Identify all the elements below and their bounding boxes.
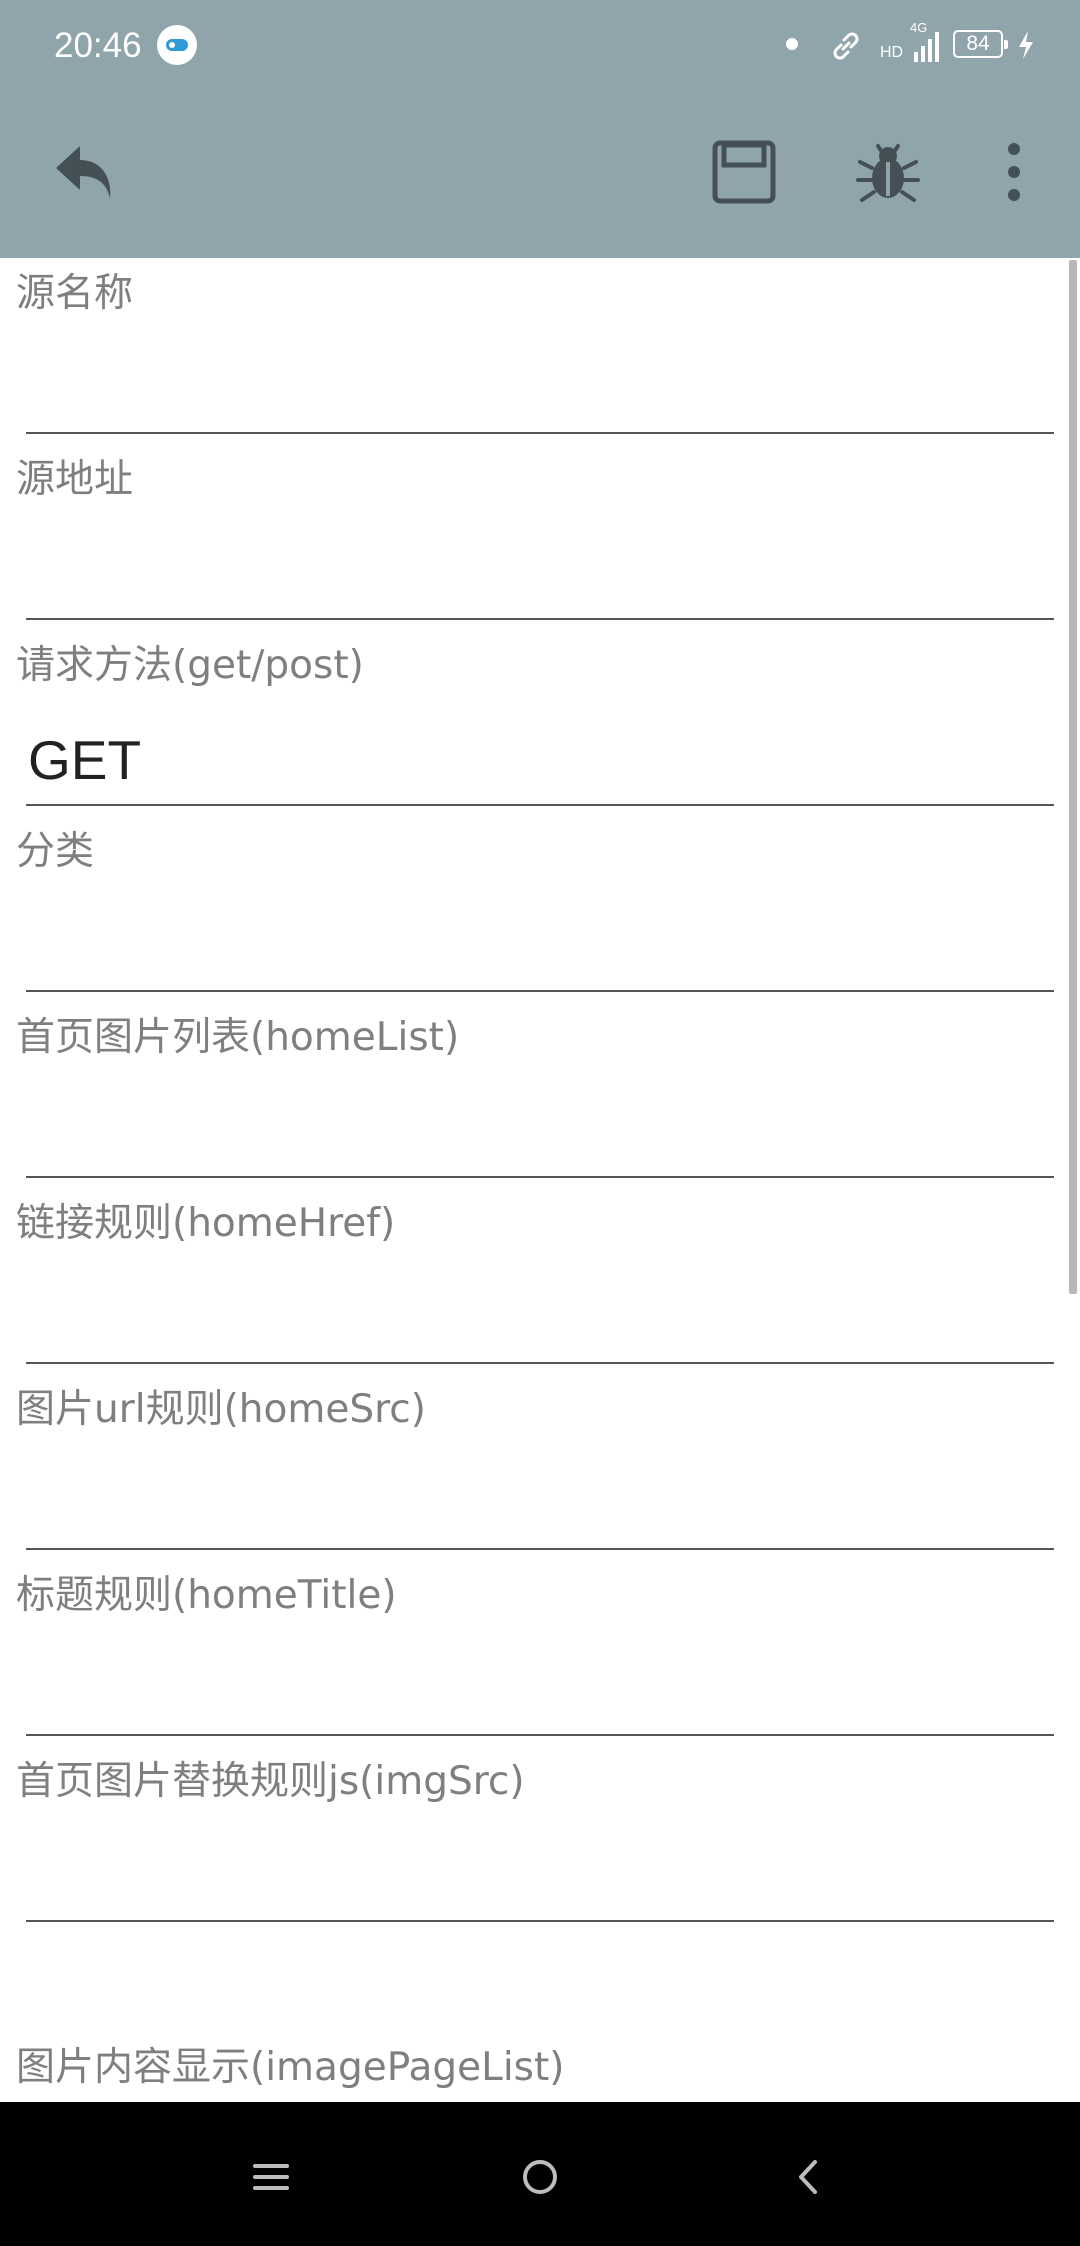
field-source-name: 源名称 xyxy=(0,258,1068,444)
scrollbar-thumb[interactable] xyxy=(1069,260,1077,1294)
status-bar: 20:46 HD 4G 84 xyxy=(0,0,1080,92)
more-vertical-icon xyxy=(990,143,1038,216)
home-circle-icon xyxy=(505,2160,575,2216)
input-underline xyxy=(26,804,1054,806)
debug-button[interactable] xyxy=(848,132,928,212)
back-icon xyxy=(48,146,128,216)
signal-icon xyxy=(878,24,942,68)
input-underline xyxy=(26,1362,1054,1364)
nav-back-button[interactable] xyxy=(774,2142,844,2212)
field-home-list: 首页图片列表(homeList) xyxy=(0,1002,1068,1188)
toggle-icon xyxy=(157,25,197,65)
input-underline xyxy=(26,1920,1054,1922)
field-label: 图片内容显示(imagePageList) xyxy=(16,2045,565,2090)
input-underline xyxy=(26,1548,1054,1550)
field-label: 图片url规则(homeSrc) xyxy=(16,1387,426,1432)
notification-dot-icon xyxy=(786,38,798,50)
field-home-href: 链接规则(homeHref) xyxy=(0,1188,1068,1374)
status-time: 20:46 xyxy=(54,26,142,65)
home-src-input[interactable] xyxy=(28,1472,1048,1536)
save-icon xyxy=(704,140,784,216)
category-input[interactable] xyxy=(28,914,1048,978)
home-list-input[interactable] xyxy=(28,1100,1048,1164)
nav-home-button[interactable] xyxy=(505,2142,575,2212)
field-source-url: 源地址 xyxy=(0,444,1068,630)
field-label: 源名称 xyxy=(16,271,134,316)
nav-menu-button[interactable] xyxy=(236,2142,306,2212)
field-label: 标题规则(homeTitle) xyxy=(16,1573,397,1618)
field-home-title: 标题规则(homeTitle) xyxy=(0,1560,1068,1746)
navigation-bar xyxy=(0,2102,1080,2246)
link-icon xyxy=(828,28,864,68)
field-label: 首页图片列表(homeList) xyxy=(16,1015,460,1060)
debug-bug-icon xyxy=(848,144,928,216)
field-home-src: 图片url规则(homeSrc) xyxy=(0,1374,1068,1560)
toolbar xyxy=(0,92,1080,258)
input-underline xyxy=(26,432,1054,434)
home-href-input[interactable] xyxy=(28,1286,1048,1350)
battery-icon: 84 xyxy=(953,30,1008,58)
more-options-button[interactable] xyxy=(990,132,1038,212)
charging-icon xyxy=(1016,30,1036,64)
field-request-method: 请求方法(get/post) xyxy=(0,630,1068,816)
save-button[interactable] xyxy=(704,132,784,212)
request-method-input[interactable] xyxy=(28,728,1048,792)
field-category: 分类 xyxy=(0,816,1068,1002)
source-name-input[interactable] xyxy=(28,356,1048,420)
img-src-input[interactable] xyxy=(28,1844,1048,1908)
field-img-src: 首页图片替换规则js(imgSrc) xyxy=(0,1746,1068,1932)
back-chevron-icon xyxy=(774,2160,844,2216)
menu-icon xyxy=(236,2164,306,2216)
field-image-page-list: 图片内容显示(imagePageList) xyxy=(0,2032,1068,2102)
field-label: 分类 xyxy=(16,829,95,874)
back-button[interactable] xyxy=(48,132,128,212)
input-underline xyxy=(26,990,1054,992)
field-label: 请求方法(get/post) xyxy=(16,643,364,688)
input-underline xyxy=(26,1734,1054,1736)
home-title-input[interactable] xyxy=(28,1658,1048,1722)
input-underline xyxy=(26,1176,1054,1178)
source-url-input[interactable] xyxy=(28,542,1048,606)
field-label: 首页图片替换规则js(imgSrc) xyxy=(16,1759,525,1804)
source-edit-form: 源名称 源地址 请求方法(get/post) 分类 首页图片列表(homeLis… xyxy=(0,258,1080,2102)
input-underline xyxy=(26,618,1054,620)
field-label: 链接规则(homeHref) xyxy=(16,1201,396,1246)
field-label: 源地址 xyxy=(16,457,134,502)
